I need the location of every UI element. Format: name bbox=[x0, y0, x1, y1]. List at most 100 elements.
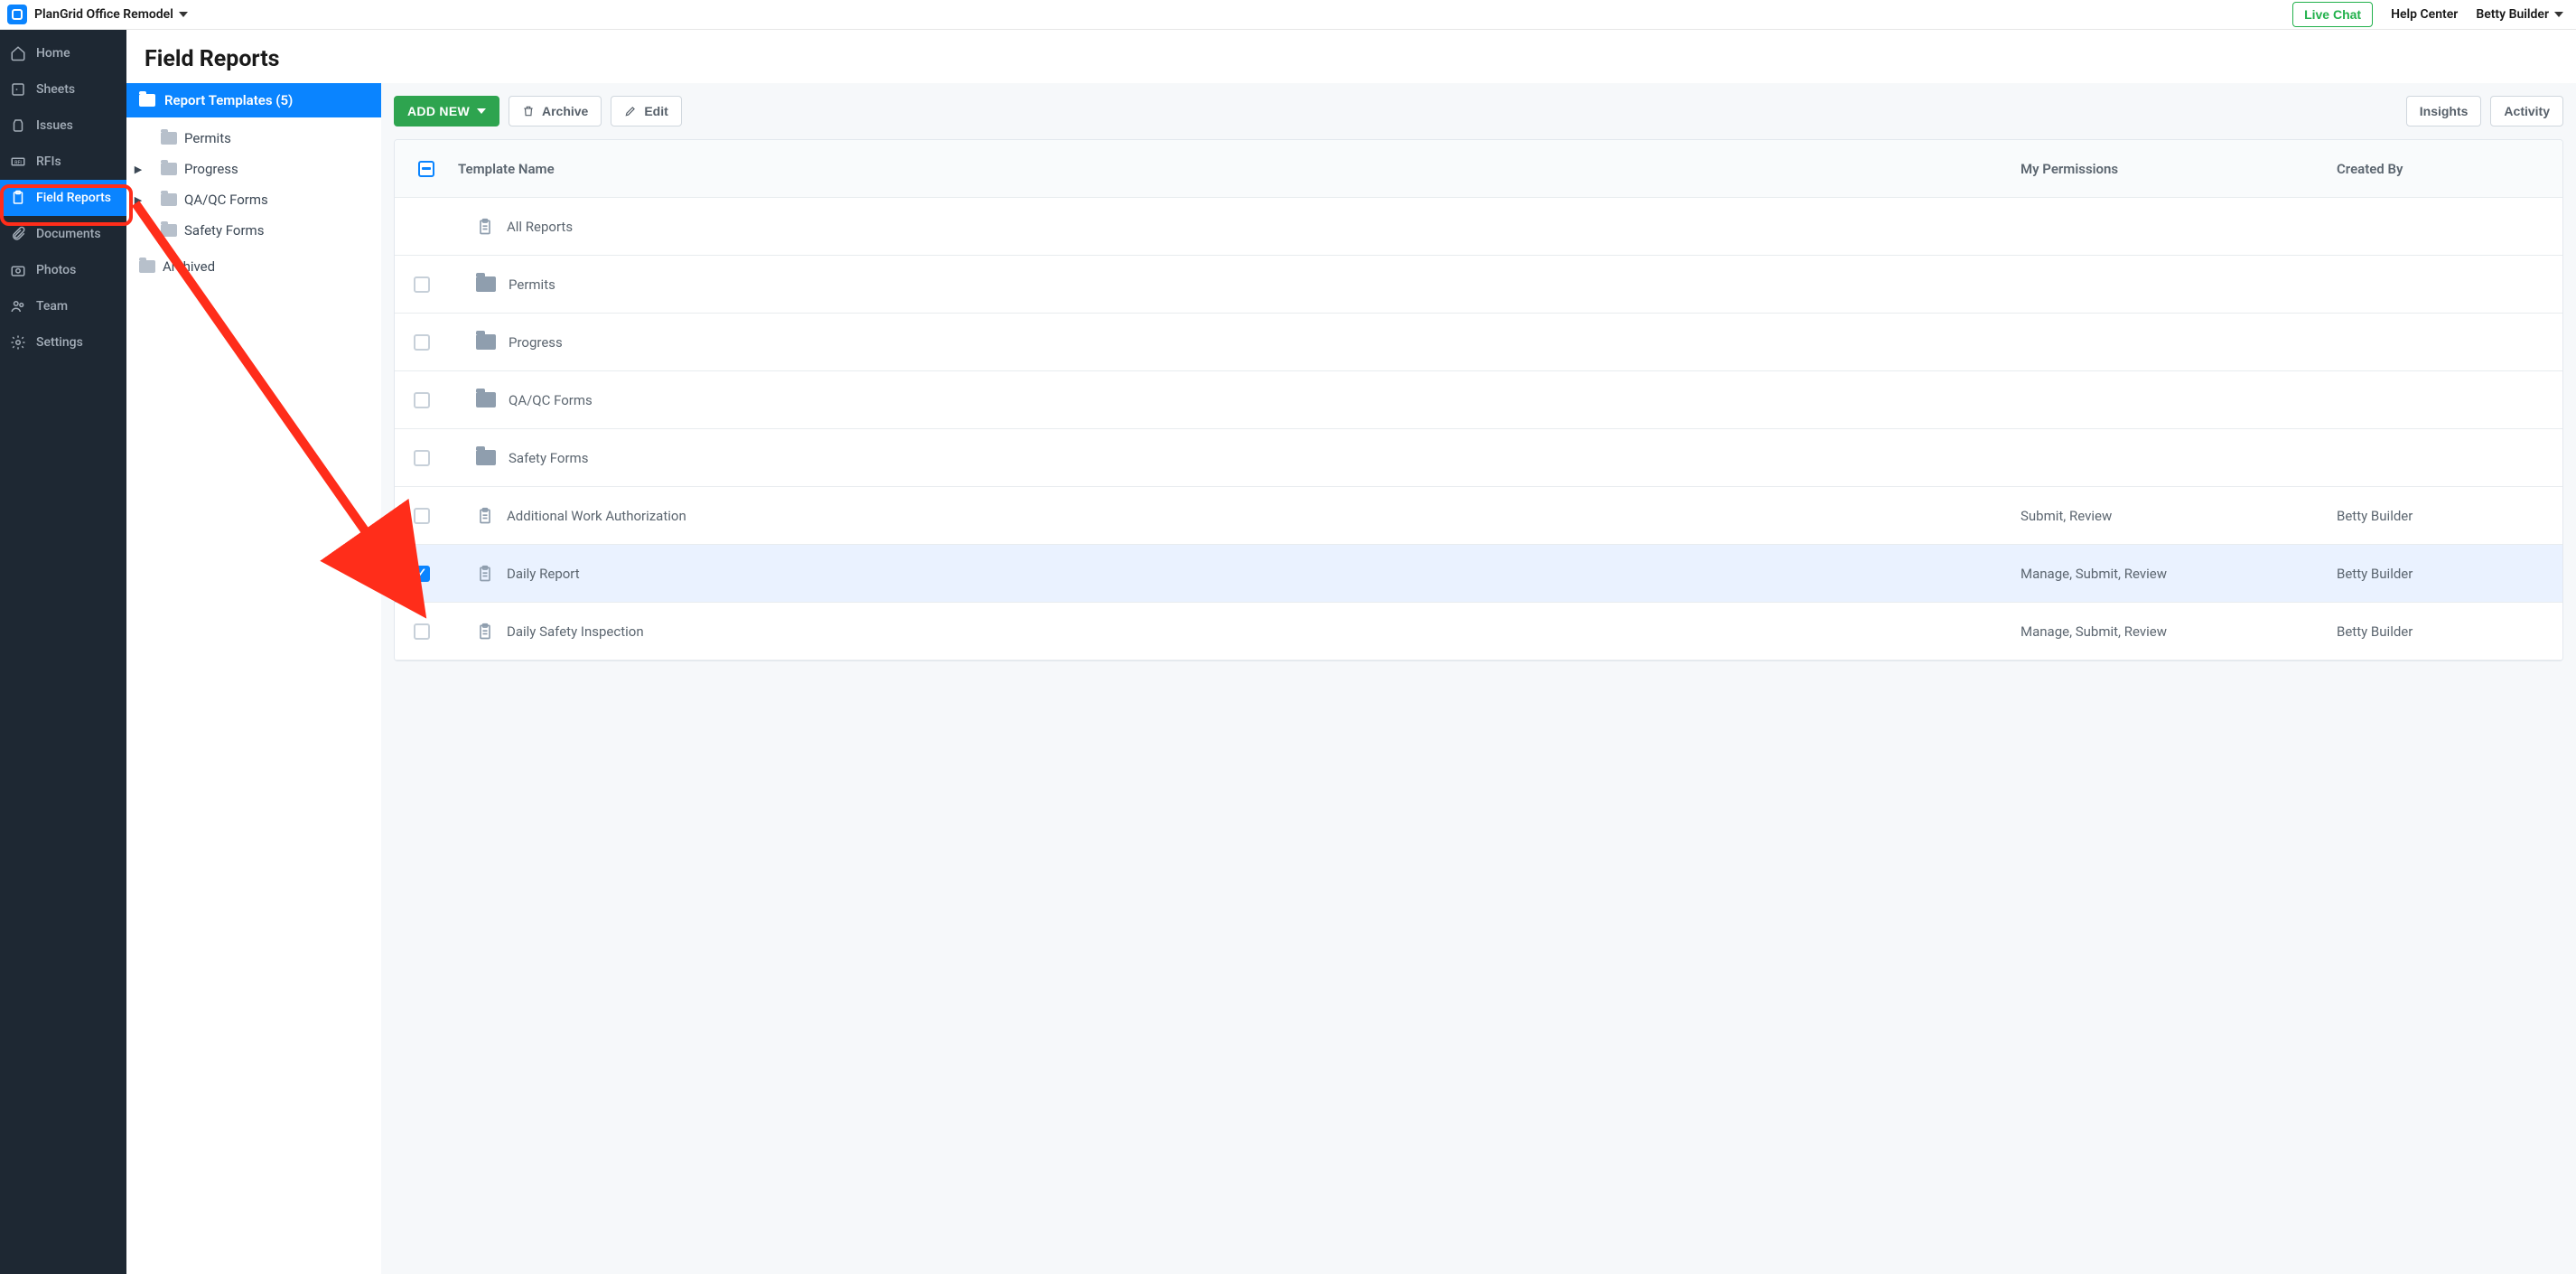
row-permissions: Submit, Review bbox=[2011, 508, 2328, 524]
tree-item-qaqc[interactable]: ▶ QA/QC Forms bbox=[126, 184, 381, 215]
clipboard-icon bbox=[476, 506, 494, 526]
column-template-name[interactable]: Template Name bbox=[449, 161, 2011, 177]
pencil-icon bbox=[624, 105, 637, 117]
expand-icon[interactable]: ▶ bbox=[134, 164, 143, 175]
clipboard-icon bbox=[476, 564, 494, 584]
table-row[interactable]: QA/QC Forms bbox=[395, 371, 2562, 429]
column-permissions[interactable]: My Permissions bbox=[2011, 161, 2328, 177]
sidebar-item-team[interactable]: Team bbox=[0, 288, 126, 324]
table-row[interactable]: Permits bbox=[395, 256, 2562, 314]
sidebar-item-photos[interactable]: Photos bbox=[0, 252, 126, 288]
help-center-link[interactable]: Help Center bbox=[2391, 7, 2458, 22]
attachment-icon bbox=[9, 225, 27, 243]
project-selector[interactable]: PlanGrid Office Remodel bbox=[34, 7, 188, 22]
clipboard-icon bbox=[476, 622, 494, 642]
activity-button[interactable]: Activity bbox=[2490, 96, 2563, 126]
home-icon bbox=[9, 44, 27, 62]
sidebar-item-label: Sheets bbox=[36, 82, 75, 97]
button-label: Edit bbox=[644, 104, 667, 118]
sidebar-item-label: Issues bbox=[36, 118, 73, 133]
row-checkbox[interactable] bbox=[414, 566, 430, 582]
templates-table: Template Name My Permissions Created By … bbox=[394, 139, 2563, 661]
table-row[interactable]: Daily ReportManage, Submit, ReviewBetty … bbox=[395, 545, 2562, 603]
table-row[interactable]: Daily Safety Inspection Manage, Submit, R… bbox=[395, 603, 2562, 660]
sidebar-item-settings[interactable]: Settings bbox=[0, 324, 126, 361]
tree-root-label: Report Templates (5) bbox=[164, 92, 293, 108]
live-chat-button[interactable]: Live Chat bbox=[2292, 2, 2373, 27]
sidebar: Home Sheets Issues RFI RFIs Field Report… bbox=[0, 30, 126, 1274]
folder-icon bbox=[476, 276, 496, 292]
folder-tree-panel: Report Templates (5) Permits ▶ Progress … bbox=[126, 83, 381, 1274]
row-checkbox[interactable] bbox=[414, 392, 430, 408]
row-checkbox[interactable] bbox=[414, 623, 430, 640]
folder-icon bbox=[476, 450, 496, 465]
sidebar-item-label: Documents bbox=[36, 227, 101, 241]
svg-text:RFI: RFI bbox=[14, 160, 22, 165]
user-name-label: Betty Builder bbox=[2476, 7, 2549, 22]
tree-item-label: Safety Forms bbox=[184, 222, 264, 239]
table-row[interactable]: Safety Forms bbox=[395, 429, 2562, 487]
insights-button[interactable]: Insights bbox=[2406, 96, 2482, 126]
tree-item-label: Progress bbox=[184, 161, 238, 177]
row-created-by: Betty Builder bbox=[2328, 623, 2562, 640]
user-menu[interactable]: Betty Builder bbox=[2476, 7, 2563, 22]
camera-icon bbox=[9, 261, 27, 279]
row-name: All Reports bbox=[507, 219, 573, 235]
table-row[interactable]: All Reports bbox=[395, 198, 2562, 256]
row-name: Safety Forms bbox=[509, 450, 588, 466]
sidebar-item-label: Settings bbox=[36, 335, 83, 350]
tree-root-report-templates[interactable]: Report Templates (5) bbox=[126, 83, 381, 117]
row-name: Daily Report bbox=[507, 566, 580, 582]
row-name: Permits bbox=[509, 276, 555, 293]
sidebar-item-label: RFIs bbox=[36, 155, 61, 169]
tree-item-label: Permits bbox=[184, 130, 231, 146]
top-bar: PlanGrid Office Remodel Live Chat Help C… bbox=[0, 0, 2576, 30]
sidebar-item-field-reports[interactable]: Field Reports bbox=[0, 180, 126, 216]
row-created-by: Betty Builder bbox=[2328, 566, 2562, 582]
sidebar-item-sheets[interactable]: Sheets bbox=[0, 71, 126, 108]
sheets-icon bbox=[9, 80, 27, 98]
folder-icon bbox=[476, 392, 496, 407]
button-label: Activity bbox=[2504, 104, 2550, 118]
row-name: Progress bbox=[509, 334, 563, 351]
app-logo bbox=[7, 5, 27, 24]
button-label: Insights bbox=[2420, 104, 2469, 118]
tree-item-safety[interactable]: Safety Forms bbox=[126, 215, 381, 246]
tree-item-progress[interactable]: ▶ Progress bbox=[126, 154, 381, 184]
column-created-by[interactable]: Created By bbox=[2328, 161, 2562, 177]
tree-item-permits[interactable]: Permits bbox=[126, 123, 381, 154]
edit-button[interactable]: Edit bbox=[611, 96, 681, 126]
gear-icon bbox=[9, 333, 27, 351]
trash-icon bbox=[522, 105, 535, 117]
sidebar-item-documents[interactable]: Documents bbox=[0, 216, 126, 252]
page-header: Field Reports bbox=[126, 30, 2576, 83]
row-name: QA/QC Forms bbox=[509, 392, 593, 408]
add-new-button[interactable]: ADD NEW bbox=[394, 96, 499, 126]
row-checkbox[interactable] bbox=[414, 276, 430, 293]
expand-icon[interactable]: ▶ bbox=[134, 194, 143, 206]
select-all-checkbox[interactable] bbox=[418, 161, 434, 177]
folder-icon bbox=[161, 163, 177, 175]
row-checkbox[interactable] bbox=[414, 450, 430, 466]
table-row[interactable]: Additional Work Authorization Submit, Rev… bbox=[395, 487, 2562, 545]
table-row[interactable]: Progress bbox=[395, 314, 2562, 371]
folder-icon bbox=[139, 260, 155, 273]
row-permissions: Manage, Submit, Review bbox=[2011, 623, 2328, 640]
tree-item-archived[interactable]: Archived bbox=[126, 251, 381, 282]
row-name: Additional Work Authorization bbox=[507, 508, 686, 524]
team-icon bbox=[9, 297, 27, 315]
sidebar-item-label: Team bbox=[36, 299, 68, 314]
table-header: Template Name My Permissions Created By bbox=[395, 140, 2562, 198]
sidebar-item-home[interactable]: Home bbox=[0, 35, 126, 71]
row-name: Daily Safety Inspection bbox=[507, 623, 644, 640]
caret-down-icon bbox=[179, 12, 188, 17]
issues-icon bbox=[9, 117, 27, 135]
sidebar-item-issues[interactable]: Issues bbox=[0, 108, 126, 144]
sidebar-item-label: Field Reports bbox=[36, 191, 111, 205]
folder-icon bbox=[161, 224, 177, 237]
row-checkbox[interactable] bbox=[414, 508, 430, 524]
clipboard-icon bbox=[476, 217, 494, 237]
archive-button[interactable]: Archive bbox=[509, 96, 602, 126]
sidebar-item-rfis[interactable]: RFI RFIs bbox=[0, 144, 126, 180]
row-checkbox[interactable] bbox=[414, 334, 430, 351]
